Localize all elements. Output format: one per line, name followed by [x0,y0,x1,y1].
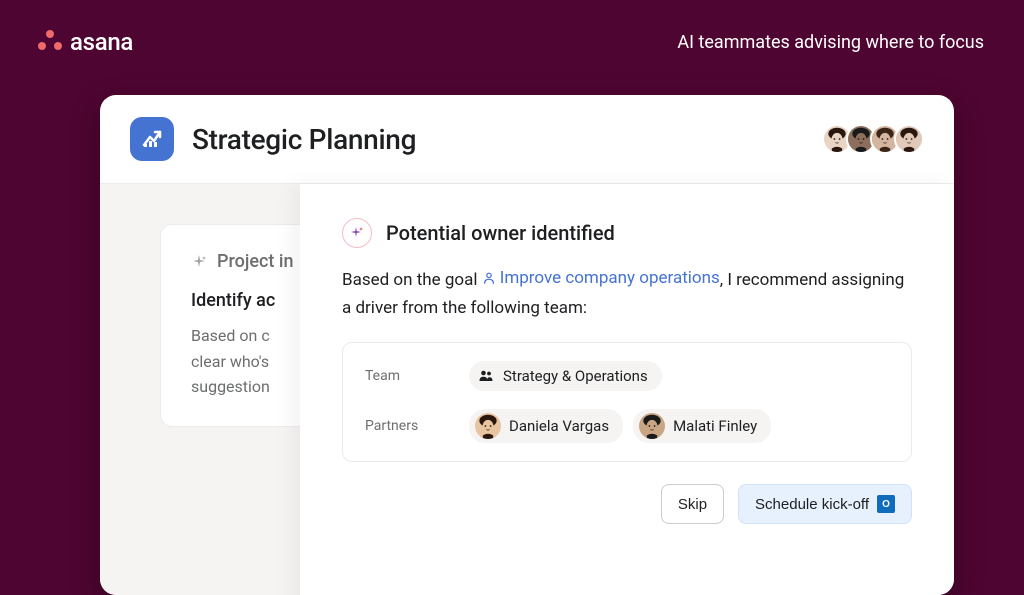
partner-name: Daniela Vargas [509,417,609,435]
window-body: Project in Identify ac Based on c clear … [100,183,954,595]
collaborator-avatars[interactable] [828,124,924,154]
team-chip[interactable]: Strategy & Operations [469,361,662,391]
brand-logo: asana [38,28,133,56]
background-section-label: Project in [217,251,293,272]
partner-name: Malati Finley [673,417,757,435]
partner-chip[interactable]: Malati Finley [633,409,771,443]
page-title: Strategic Planning [192,123,416,156]
bg-body: Based on c [191,326,270,345]
avatar [475,413,501,439]
window-header: Strategic Planning [100,95,954,183]
ai-recommendation-panel: Potential owner identified Based on the … [300,184,954,595]
sparkle-icon [191,254,207,270]
top-bar: asana AI teammates advising where to foc… [0,0,1024,56]
recommendation-box: Team Strategy & Operations Partners Dani… [342,342,912,462]
avatar[interactable] [894,124,924,154]
brand-name: asana [70,28,133,56]
schedule-kickoff-button[interactable]: Schedule kick-off O [738,484,912,524]
outlook-icon: O [877,495,895,513]
avatar [639,413,665,439]
skip-button[interactable]: Skip [661,484,724,524]
bg-body: clear who's [191,352,269,371]
tagline: AI teammates advising where to focus [677,32,984,53]
people-icon [477,367,495,385]
ai-sparkle-icon [342,218,372,248]
person-icon [482,271,496,285]
ai-panel-title: Potential owner identified [386,221,615,245]
action-row: Skip Schedule kick-off O [342,484,912,524]
partner-chip[interactable]: Daniela Vargas [469,409,623,443]
team-chip-label: Strategy & Operations [503,367,648,385]
asana-logo-icon [38,30,62,54]
goal-link[interactable]: Improve company operations [482,264,720,292]
team-label: Team [365,368,429,384]
bg-body: suggestion [191,377,270,396]
ai-body-text: Based on the goal Improve company operat… [342,264,912,322]
partners-label: Partners [365,418,429,434]
app-window: Strategic Planning Project in Identify a… [100,95,954,595]
project-icon [130,117,174,161]
